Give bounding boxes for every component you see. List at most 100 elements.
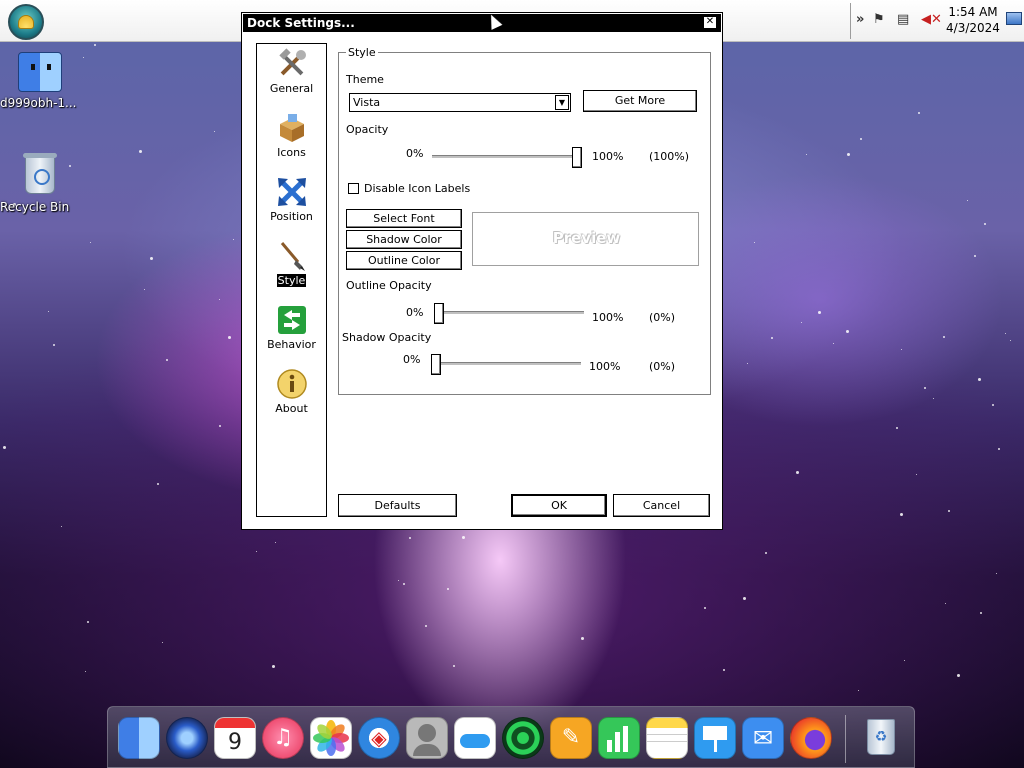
star: [858, 690, 859, 691]
star: [87, 621, 89, 623]
star: [425, 625, 427, 627]
style-group-label: Style: [346, 46, 378, 59]
defaults-button[interactable]: Defaults: [338, 494, 457, 517]
star: [219, 425, 221, 427]
star: [409, 537, 411, 539]
outline-color-button[interactable]: Outline Color: [346, 251, 462, 270]
nav-item-icons[interactable]: Icons: [257, 112, 326, 159]
desktop-icon-finder-shortcut[interactable]: d999obh-1...: [0, 52, 80, 110]
opacity-slider-thumb[interactable]: [572, 147, 582, 168]
shadow-color-button[interactable]: Shadow Color: [346, 230, 462, 249]
theme-label: Theme: [346, 73, 384, 86]
pages-icon[interactable]: ✎: [550, 717, 592, 759]
star: [860, 138, 862, 140]
trash-icon[interactable]: ♻: [860, 717, 902, 759]
clock-date[interactable]: 4/3/2024: [943, 21, 1003, 35]
theme-value: Vista: [353, 96, 381, 109]
star: [272, 665, 275, 668]
star: [918, 112, 920, 114]
firefox-icon[interactable]: [790, 717, 832, 759]
nav-item-about[interactable]: About: [257, 368, 326, 415]
star: [139, 150, 142, 153]
music-icon[interactable]: ♫: [262, 717, 304, 759]
nav-item-position[interactable]: Position: [257, 176, 326, 223]
opacity-value: (100%): [649, 150, 690, 163]
star: [48, 311, 49, 312]
star: [967, 200, 968, 201]
clock-time[interactable]: 1:54 AM: [943, 5, 1003, 19]
notes-icon[interactable]: [646, 717, 688, 759]
opacity-max-label: 100%: [592, 150, 624, 163]
star: [403, 583, 405, 585]
shadow-opacity-slider-track[interactable]: [431, 362, 581, 366]
volume-muted-icon[interactable]: ◀✕: [921, 13, 942, 27]
photos-icon[interactable]: [310, 717, 352, 759]
nav-item-style[interactable]: Style: [257, 240, 326, 287]
launchpad-icon[interactable]: [166, 717, 208, 759]
start-button[interactable]: [8, 4, 44, 40]
chevron-icon[interactable]: »: [856, 13, 864, 27]
star: [943, 336, 945, 338]
star: [462, 536, 465, 539]
flag-icon[interactable]: ⚑: [873, 13, 885, 27]
calendar-icon[interactable]: 9: [214, 717, 256, 759]
outline-opacity-slider-track[interactable]: [434, 311, 584, 315]
safari-icon[interactable]: ◈: [358, 717, 400, 759]
outline-opacity-slider-thumb[interactable]: [434, 303, 444, 324]
mail-icon[interactable]: ✉: [742, 717, 784, 759]
contacts-icon[interactable]: [406, 717, 448, 759]
preview-text: Preview: [552, 229, 621, 247]
disable-icon-labels-label[interactable]: Disable Icon Labels: [364, 182, 470, 195]
get-more-button[interactable]: Get More: [583, 90, 697, 112]
numbers-icon[interactable]: [598, 717, 640, 759]
star: [228, 336, 231, 339]
outline-max-label: 100%: [592, 311, 624, 324]
arrows-icon: [276, 176, 308, 208]
cancel-button[interactable]: Cancel: [613, 494, 710, 517]
star: [447, 588, 449, 590]
window-titlebar[interactable]: Dock Settings... ✕: [243, 14, 721, 32]
star: [144, 289, 145, 290]
icloud-icon[interactable]: [454, 717, 496, 759]
star: [957, 674, 960, 677]
shadow-max-label: 100%: [589, 360, 621, 373]
star: [801, 322, 802, 323]
star: [61, 526, 62, 527]
box-icon: [276, 112, 308, 144]
chevron-down-icon[interactable]: ▼: [555, 95, 569, 110]
desktop-icon-recycle-bin[interactable]: Recycle Bin: [0, 153, 80, 214]
disable-icon-labels-checkbox[interactable]: [348, 183, 359, 194]
desktop-icon-label: Recycle Bin: [0, 200, 70, 214]
network-icon[interactable]: ▤: [897, 13, 909, 27]
star: [453, 665, 455, 667]
shadow-opacity-label: Shadow Opacity: [342, 331, 432, 344]
star: [978, 378, 981, 381]
star: [948, 510, 950, 512]
star: [901, 349, 902, 350]
opacity-slider-track[interactable]: [432, 155, 582, 159]
ok-button[interactable]: OK: [511, 494, 607, 517]
close-button[interactable]: ✕: [703, 16, 717, 29]
star: [846, 330, 849, 333]
star: [771, 337, 773, 339]
star: [723, 669, 725, 671]
select-font-button[interactable]: Select Font: [346, 209, 462, 228]
keynote-icon[interactable]: [694, 717, 736, 759]
star: [3, 446, 6, 449]
star: [933, 398, 934, 399]
theme-dropdown[interactable]: Vista ▼: [349, 93, 571, 112]
shadow-opacity-slider-thumb[interactable]: [431, 354, 441, 375]
star: [743, 597, 746, 600]
star: [275, 542, 276, 543]
nav-item-general[interactable]: General: [257, 48, 326, 95]
finder-icon[interactable]: [118, 717, 160, 759]
settings-nav: General Icons Position Style Behavior Ab…: [256, 43, 327, 517]
preview-box: Preview: [472, 212, 699, 266]
show-desktop-icon[interactable]: [1006, 12, 1022, 25]
star: [162, 642, 163, 643]
nav-item-behavior[interactable]: Behavior: [257, 304, 326, 351]
radar-icon[interactable]: [502, 717, 544, 759]
star: [980, 612, 982, 614]
dock-separator: [845, 715, 846, 763]
star: [984, 223, 986, 225]
